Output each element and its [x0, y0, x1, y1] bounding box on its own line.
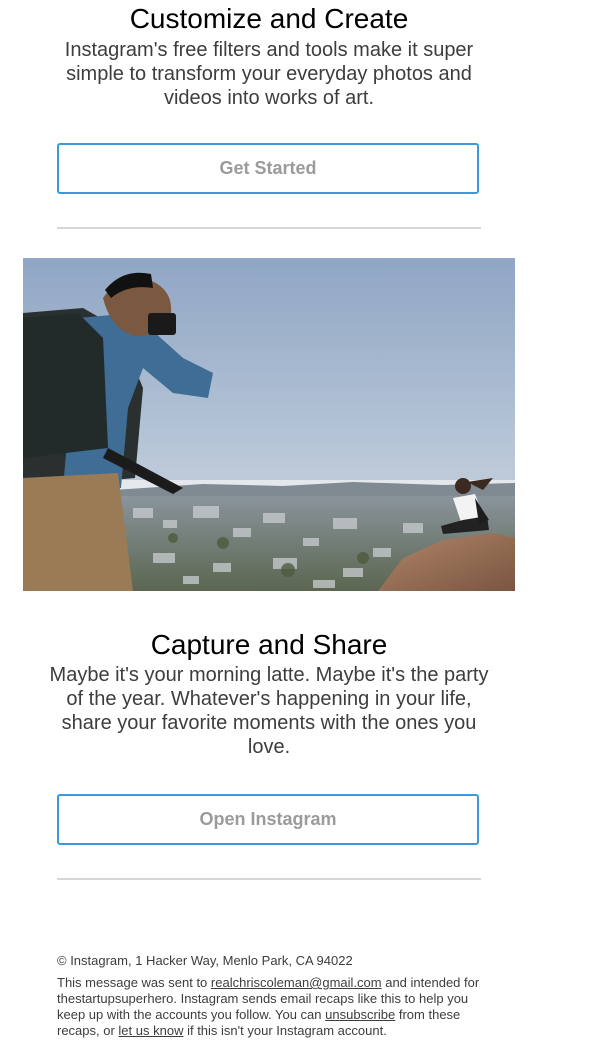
- let-us-know-link[interactable]: let us know: [118, 1023, 183, 1038]
- photographer-city-image: [23, 258, 515, 591]
- footer-text: if this isn't your Instagram account.: [183, 1023, 387, 1038]
- footer: © Instagram, 1 Hacker Way, Menlo Park, C…: [57, 953, 487, 1039]
- recipient-email-link[interactable]: realchriscoleman@gmail.com: [211, 975, 382, 990]
- divider: [57, 227, 481, 229]
- unsubscribe-link[interactable]: unsubscribe: [325, 1007, 395, 1022]
- customize-section: Customize and Create Instagram's free fi…: [0, 4, 538, 110]
- footer-notice: This message was sent to realchriscolema…: [57, 975, 487, 1039]
- capture-section: Capture and Share Maybe it's your mornin…: [0, 630, 538, 759]
- customize-body: Instagram's free filters and tools make …: [64, 39, 474, 109]
- footer-text: This message was sent to: [57, 975, 211, 990]
- hero-photo: [23, 258, 515, 591]
- customize-title: Customize and Create: [129, 3, 409, 34]
- capture-title: Capture and Share: [150, 629, 388, 660]
- capture-body: Maybe it's your morning latte. Maybe it'…: [49, 664, 489, 758]
- open-instagram-button[interactable]: Open Instagram: [57, 794, 479, 845]
- divider: [57, 878, 481, 880]
- copyright-address: © Instagram, 1 Hacker Way, Menlo Park, C…: [57, 953, 353, 968]
- get-started-button[interactable]: Get Started: [57, 143, 479, 194]
